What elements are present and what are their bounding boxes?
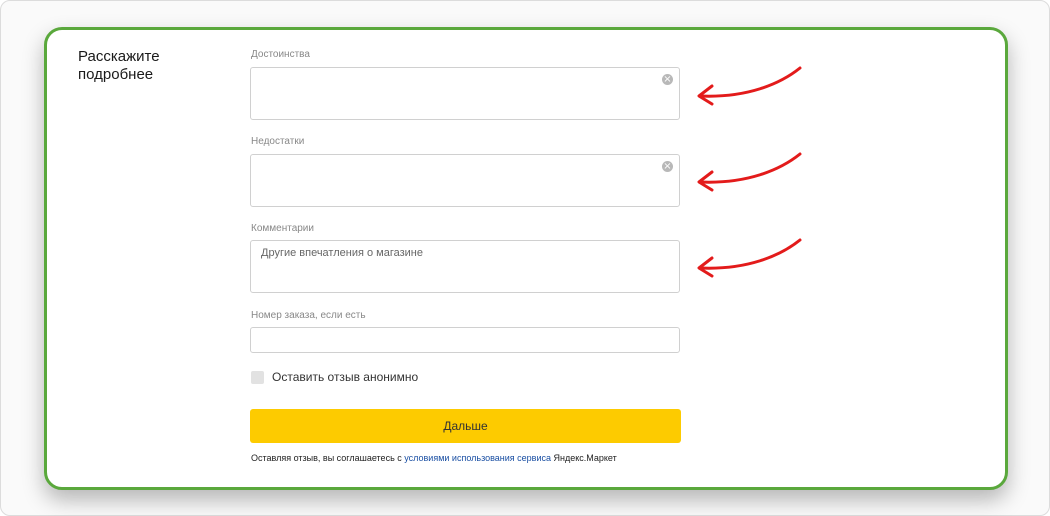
advantages-field[interactable]: × [250, 67, 680, 120]
disadvantages-field[interactable]: × [250, 154, 680, 207]
terms-text: Оставляя отзыв, вы соглашаетесь с услови… [251, 453, 617, 463]
anonymous-checkbox[interactable] [251, 370, 264, 384]
clear-icon[interactable]: × [662, 161, 673, 172]
terms-prefix: Оставляя отзыв, вы соглашаетесь с [251, 453, 405, 463]
terms-link[interactable]: условиями использования сервиса [404, 453, 551, 463]
order-number-label: Номер заказа, если есть [251, 310, 366, 321]
order-number-field[interactable] [250, 327, 680, 353]
comments-label: Комментарии [251, 223, 314, 234]
anonymous-row[interactable]: Оставить отзыв анонимно [251, 370, 418, 384]
comments-placeholder: Другие впечатления о магазине [261, 247, 423, 259]
comments-field[interactable]: Другие впечатления о магазине [250, 240, 680, 293]
red-arrow-icon [697, 152, 802, 192]
clear-icon[interactable]: × [662, 74, 673, 85]
disadvantages-label: Недостатки [251, 136, 305, 147]
section-title: Расскажите подробнее [78, 48, 160, 83]
advantages-label: Достоинства [251, 49, 310, 60]
next-button[interactable]: Дальше [250, 409, 681, 443]
terms-suffix: Яндекс.Маркет [550, 453, 617, 463]
red-arrow-icon [697, 238, 802, 278]
anonymous-label: Оставить отзыв анонимно [272, 370, 419, 384]
red-arrow-icon [697, 66, 802, 106]
